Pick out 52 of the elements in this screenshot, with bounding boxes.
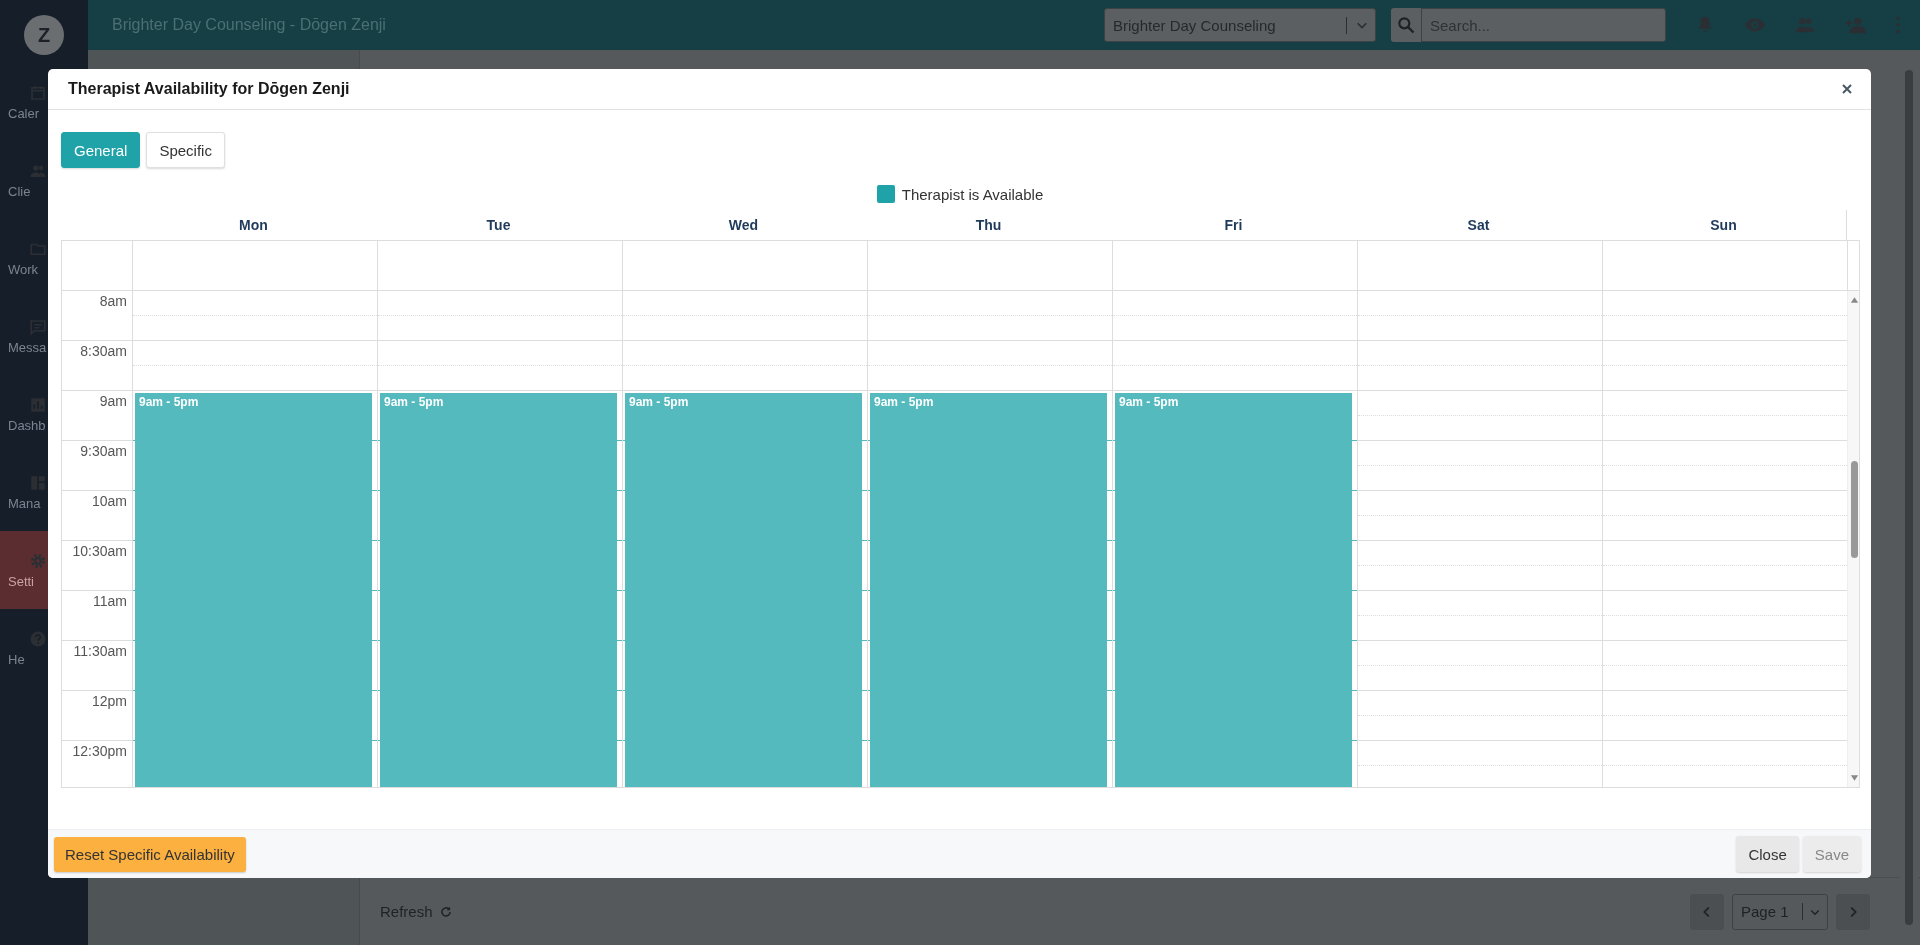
message-icon: [29, 317, 47, 336]
time-slot[interactable]: 9am - 5pm: [623, 391, 867, 441]
scroll-up-icon: [1850, 296, 1859, 304]
legend-label: Therapist is Available: [901, 185, 1044, 203]
refresh-button[interactable]: Refresh: [378, 901, 455, 922]
time-label: 12:30pm: [72, 743, 127, 759]
availability-label: 9am - 5pm: [139, 395, 199, 409]
help-icon: [29, 629, 47, 648]
legend-swatch: [876, 185, 895, 203]
chart-icon: [29, 395, 47, 414]
availability-label: 9am - 5pm: [629, 395, 689, 409]
tab[interactable]: Specific: [146, 132, 225, 168]
scrollbar[interactable]: [1847, 291, 1859, 787]
time-slot[interactable]: 9am - 5pm: [1113, 391, 1357, 441]
close-button[interactable]: Close: [1736, 836, 1799, 872]
time-label: 8am: [99, 293, 127, 309]
gear-icon: [29, 551, 47, 570]
time-label: 10am: [91, 493, 127, 509]
time-label: 12pm: [91, 693, 127, 709]
scroll-thumb[interactable]: [1851, 461, 1858, 558]
time-label: 11am: [93, 593, 127, 609]
day-header: Tue: [486, 217, 511, 233]
time-label: 9am: [99, 393, 127, 409]
day-header: Mon: [239, 217, 268, 233]
sidebar-item[interactable]: Work: [0, 219, 88, 297]
time-label: 11:30am: [73, 643, 127, 659]
day-header: Fri: [1224, 217, 1243, 233]
time-label: 9:30am: [80, 443, 127, 459]
user-avatar[interactable]: Z: [24, 15, 64, 55]
tab[interactable]: General: [61, 132, 141, 168]
time-slot[interactable]: 9am - 5pm: [133, 391, 377, 441]
day-header: Wed: [728, 217, 759, 233]
calendar-icon: [29, 83, 47, 102]
dialog-title: Therapist Availability for Dōgen Zenji: [68, 80, 350, 98]
previous-page-button[interactable]: [1690, 893, 1724, 930]
dashboard-icon: [29, 473, 47, 492]
scroll-down-icon: [1850, 774, 1859, 782]
day-header: Sun: [1710, 217, 1737, 233]
availability-label: 9am - 5pm: [874, 395, 934, 409]
refresh-icon: [438, 904, 453, 919]
availability-label: 9am - 5pm: [1119, 395, 1179, 409]
day-header: Sat: [1467, 217, 1490, 233]
time-slot[interactable]: 9am - 5pm: [868, 391, 1112, 441]
search-button[interactable]: [1391, 8, 1421, 42]
scroll-thumb[interactable]: [1905, 70, 1913, 925]
availability-label: 9am - 5pm: [384, 395, 444, 409]
time-slot[interactable]: 9am - 5pm: [378, 391, 622, 441]
time-label: 8:30am: [80, 343, 127, 359]
next-page-button[interactable]: [1836, 893, 1870, 930]
search-icon: [1396, 15, 1416, 35]
reset-button[interactable]: Reset Specific Availability: [54, 836, 246, 872]
day-header: Thu: [975, 217, 1002, 233]
